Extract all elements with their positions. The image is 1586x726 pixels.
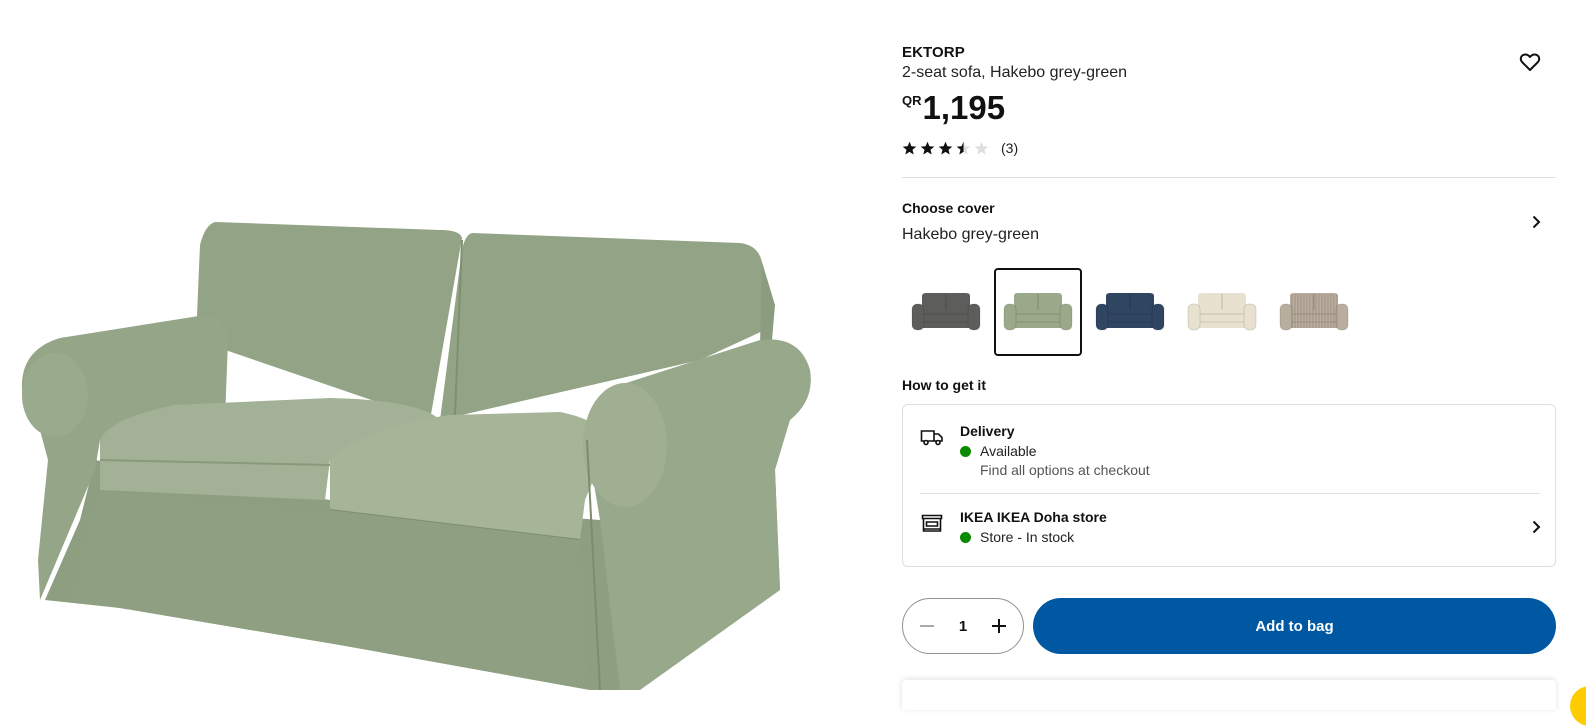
product-image [21,222,811,691]
sofa-thumbnail [1095,293,1165,331]
availability-dot [960,531,971,543]
star-icon [956,141,971,154]
cover-swatch[interactable] [1178,268,1266,356]
store-status: Store - In stock [960,529,1074,545]
info-card [902,680,1556,710]
delivery-status: Available [960,443,1037,459]
add-to-bag-button[interactable]: Add to bag [1033,598,1556,654]
star-icon [974,141,989,154]
selected-cover: Hakebo grey-green [902,226,1039,243]
product-description: 2-seat sofa, Hakebo grey-green [902,64,1128,81]
divider [920,493,1540,494]
product-rating[interactable]: (3) [902,140,1018,156]
sofa-thumbnail [1003,293,1073,331]
cover-swatch[interactable] [994,268,1082,356]
store-title: IKEA IKEA Doha store [960,509,1107,525]
star-icon [902,141,917,154]
plus-icon[interactable] [987,614,1011,638]
product-name: EKTORP [902,44,965,61]
star-icon [938,141,953,154]
reviews-count[interactable]: (3) [1001,140,1018,156]
choose-cover-title: Choose cover [902,200,995,216]
product-price: QR 1,195 [902,88,1005,128]
quantity-stepper: 1 [902,598,1024,654]
availability-box: Delivery Available Find all options at c… [902,404,1556,567]
delivery-title: Delivery [960,423,1015,439]
chat-button[interactable] [1570,686,1586,726]
price-currency: QR [902,93,922,108]
delivery-status-text: Available [980,443,1037,459]
sofa-thumbnail [911,293,981,331]
chevron-right-icon[interactable] [1526,517,1546,537]
quantity-value[interactable]: 1 [959,618,967,635]
store-icon [920,511,944,535]
availability-dot [960,445,971,457]
how-to-get-title: How to get it [902,377,986,393]
cover-swatch[interactable] [1270,268,1358,356]
rating-stars [902,141,989,156]
minus-icon[interactable] [915,614,939,638]
delivery-note: Find all options at checkout [980,462,1150,478]
sofa-thumbnail [1187,293,1257,331]
sofa-thumbnail [1279,293,1349,331]
chevron-right-icon[interactable] [1526,212,1546,232]
truck-icon [920,425,944,449]
store-status-text: Store - In stock [980,529,1075,545]
price-amount: 1,195 [922,89,1006,126]
product-image-gallery[interactable] [0,0,860,698]
heart-icon[interactable] [1518,50,1542,74]
star-icon [920,141,935,154]
divider [902,177,1556,178]
cover-swatch[interactable] [902,268,990,356]
cover-swatch[interactable] [1086,268,1174,356]
cover-swatches [902,268,1358,356]
